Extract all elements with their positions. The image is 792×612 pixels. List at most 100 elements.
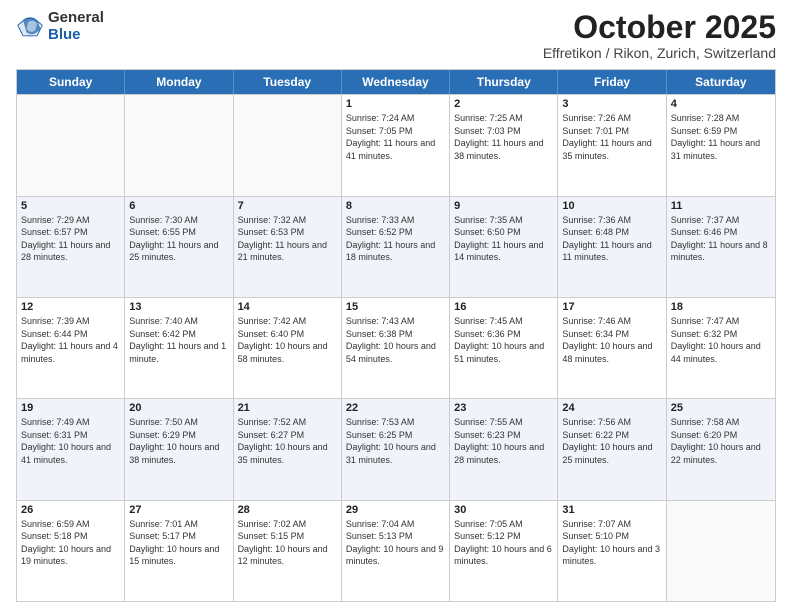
month-title: October 2025 (543, 10, 776, 45)
calendar-cell (234, 95, 342, 195)
calendar-cell: 9 Sunrise: 7:35 AM Sunset: 6:50 PM Daylig… (450, 197, 558, 297)
day-number: 16 (454, 301, 553, 313)
day-info: Sunrise: 6:59 AM Sunset: 5:18 PM Dayligh… (21, 518, 120, 568)
calendar-cell: 15 Sunrise: 7:43 AM Sunset: 6:38 PM Dayli… (342, 298, 450, 398)
calendar-cell: 10 Sunrise: 7:36 AM Sunset: 6:48 PM Dayli… (558, 197, 666, 297)
calendar-cell (125, 95, 233, 195)
calendar-cell: 18 Sunrise: 7:47 AM Sunset: 6:32 PM Dayli… (667, 298, 775, 398)
calendar-cell: 31Sunrise: 7:07 AM Sunset: 5:10 PM Dayli… (558, 501, 666, 601)
day-info: Sunrise: 7:53 AM Sunset: 6:25 PM Dayligh… (346, 416, 445, 466)
calendar-cell: 7 Sunrise: 7:32 AM Sunset: 6:53 PM Daylig… (234, 197, 342, 297)
day-number: 15 (346, 301, 445, 313)
day-number: 14 (238, 301, 337, 313)
day-info: Sunrise: 7:26 AM Sunset: 7:01 PM Dayligh… (562, 112, 661, 162)
day-number: 28 (238, 504, 337, 516)
day-number: 31 (562, 504, 661, 516)
day-info: Sunrise: 7:33 AM Sunset: 6:52 PM Dayligh… (346, 214, 445, 264)
day-info: Sunrise: 7:02 AM Sunset: 5:15 PM Dayligh… (238, 518, 337, 568)
calendar-cell: 5Sunrise: 7:29 AM Sunset: 6:57 PM Daylig… (17, 197, 125, 297)
location: Effretikon / Rikon, Zurich, Switzerland (543, 45, 776, 61)
day-number: 19 (21, 402, 120, 414)
day-number: 18 (671, 301, 771, 313)
header-thursday: Thursday (450, 70, 558, 94)
day-number: 23 (454, 402, 553, 414)
day-info: Sunrise: 7:40 AM Sunset: 6:42 PM Dayligh… (129, 315, 228, 365)
logo-text: General Blue (48, 10, 104, 43)
calendar-cell: 25Sunrise: 7:58 AM Sunset: 6:20 PM Dayli… (667, 399, 775, 499)
day-info: Sunrise: 7:32 AM Sunset: 6:53 PM Dayligh… (238, 214, 337, 264)
day-number: 11 (671, 200, 771, 212)
calendar-cell: 26 Sunrise: 6:59 AM Sunset: 5:18 PM Dayli… (17, 501, 125, 601)
header-monday: Monday (125, 70, 233, 94)
day-number: 12 (21, 301, 120, 313)
day-number: 6 (129, 200, 228, 212)
day-info: Sunrise: 7:04 AM Sunset: 5:13 PM Dayligh… (346, 518, 445, 568)
calendar-cell: 3 Sunrise: 7:26 AM Sunset: 7:01 PM Daylig… (558, 95, 666, 195)
header-sunday: Sunday (17, 70, 125, 94)
calendar-row-2: 5Sunrise: 7:29 AM Sunset: 6:57 PM Daylig… (17, 196, 775, 297)
calendar-cell: 12 Sunrise: 7:39 AM Sunset: 6:44 PM Dayli… (17, 298, 125, 398)
day-info: Sunrise: 7:05 AM Sunset: 5:12 PM Dayligh… (454, 518, 553, 568)
logo-general: General (48, 10, 104, 27)
day-info: Sunrise: 7:46 AM Sunset: 6:34 PM Dayligh… (562, 315, 661, 365)
calendar-cell: 27Sunrise: 7:01 AM Sunset: 5:17 PM Dayli… (125, 501, 233, 601)
calendar-cell: 2 Sunrise: 7:25 AM Sunset: 7:03 PM Daylig… (450, 95, 558, 195)
day-info: Sunrise: 7:30 AM Sunset: 6:55 PM Dayligh… (129, 214, 228, 264)
calendar-row-5: 26 Sunrise: 6:59 AM Sunset: 5:18 PM Dayli… (17, 500, 775, 601)
day-info: Sunrise: 7:50 AM Sunset: 6:29 PM Dayligh… (129, 416, 228, 466)
day-info: Sunrise: 7:39 AM Sunset: 6:44 PM Dayligh… (21, 315, 120, 365)
header-saturday: Saturday (667, 70, 775, 94)
logo-icon (16, 13, 44, 41)
day-number: 3 (562, 98, 661, 110)
day-info: Sunrise: 7:35 AM Sunset: 6:50 PM Dayligh… (454, 214, 553, 264)
logo: General Blue (16, 10, 104, 43)
calendar-cell (667, 501, 775, 601)
calendar-cell: 23 Sunrise: 7:55 AM Sunset: 6:23 PM Dayli… (450, 399, 558, 499)
day-number: 9 (454, 200, 553, 212)
page: General Blue October 2025 Effretikon / R… (0, 0, 792, 612)
calendar-cell: 11 Sunrise: 7:37 AM Sunset: 6:46 PM Dayli… (667, 197, 775, 297)
calendar: Sunday Monday Tuesday Wednesday Thursday… (16, 69, 776, 602)
day-number: 21 (238, 402, 337, 414)
day-number: 4 (671, 98, 771, 110)
calendar-header: Sunday Monday Tuesday Wednesday Thursday… (17, 70, 775, 94)
calendar-cell: 20Sunrise: 7:50 AM Sunset: 6:29 PM Dayli… (125, 399, 233, 499)
title-block: October 2025 Effretikon / Rikon, Zurich,… (543, 10, 776, 61)
calendar-cell: 28 Sunrise: 7:02 AM Sunset: 5:15 PM Dayli… (234, 501, 342, 601)
logo-blue: Blue (48, 27, 104, 44)
day-number: 26 (21, 504, 120, 516)
calendar-cell: 14 Sunrise: 7:42 AM Sunset: 6:40 PM Dayli… (234, 298, 342, 398)
calendar-cell: 24Sunrise: 7:56 AM Sunset: 6:22 PM Dayli… (558, 399, 666, 499)
day-info: Sunrise: 7:36 AM Sunset: 6:48 PM Dayligh… (562, 214, 661, 264)
day-number: 7 (238, 200, 337, 212)
calendar-body: 1Sunrise: 7:24 AM Sunset: 7:05 PM Daylig… (17, 94, 775, 601)
day-info: Sunrise: 7:25 AM Sunset: 7:03 PM Dayligh… (454, 112, 553, 162)
calendar-cell: 21 Sunrise: 7:52 AM Sunset: 6:27 PM Dayli… (234, 399, 342, 499)
calendar-cell: 22 Sunrise: 7:53 AM Sunset: 6:25 PM Dayli… (342, 399, 450, 499)
day-info: Sunrise: 7:49 AM Sunset: 6:31 PM Dayligh… (21, 416, 120, 466)
calendar-cell: 8 Sunrise: 7:33 AM Sunset: 6:52 PM Daylig… (342, 197, 450, 297)
calendar-cell: 6 Sunrise: 7:30 AM Sunset: 6:55 PM Daylig… (125, 197, 233, 297)
day-number: 8 (346, 200, 445, 212)
calendar-cell: 19 Sunrise: 7:49 AM Sunset: 6:31 PM Dayli… (17, 399, 125, 499)
day-info: Sunrise: 7:37 AM Sunset: 6:46 PM Dayligh… (671, 214, 771, 264)
day-info: Sunrise: 7:55 AM Sunset: 6:23 PM Dayligh… (454, 416, 553, 466)
day-number: 22 (346, 402, 445, 414)
day-info: Sunrise: 7:29 AM Sunset: 6:57 PM Dayligh… (21, 214, 120, 264)
calendar-row-1: 1Sunrise: 7:24 AM Sunset: 7:05 PM Daylig… (17, 94, 775, 195)
calendar-row-3: 12 Sunrise: 7:39 AM Sunset: 6:44 PM Dayli… (17, 297, 775, 398)
calendar-cell (17, 95, 125, 195)
header-friday: Friday (558, 70, 666, 94)
day-info: Sunrise: 7:43 AM Sunset: 6:38 PM Dayligh… (346, 315, 445, 365)
day-info: Sunrise: 7:52 AM Sunset: 6:27 PM Dayligh… (238, 416, 337, 466)
day-number: 10 (562, 200, 661, 212)
calendar-row-4: 19 Sunrise: 7:49 AM Sunset: 6:31 PM Dayli… (17, 398, 775, 499)
day-number: 2 (454, 98, 553, 110)
day-info: Sunrise: 7:56 AM Sunset: 6:22 PM Dayligh… (562, 416, 661, 466)
day-info: Sunrise: 7:42 AM Sunset: 6:40 PM Dayligh… (238, 315, 337, 365)
calendar-cell: 4Sunrise: 7:28 AM Sunset: 6:59 PM Daylig… (667, 95, 775, 195)
day-number: 1 (346, 98, 445, 110)
day-info: Sunrise: 7:47 AM Sunset: 6:32 PM Dayligh… (671, 315, 771, 365)
day-info: Sunrise: 7:01 AM Sunset: 5:17 PM Dayligh… (129, 518, 228, 568)
day-info: Sunrise: 7:45 AM Sunset: 6:36 PM Dayligh… (454, 315, 553, 365)
